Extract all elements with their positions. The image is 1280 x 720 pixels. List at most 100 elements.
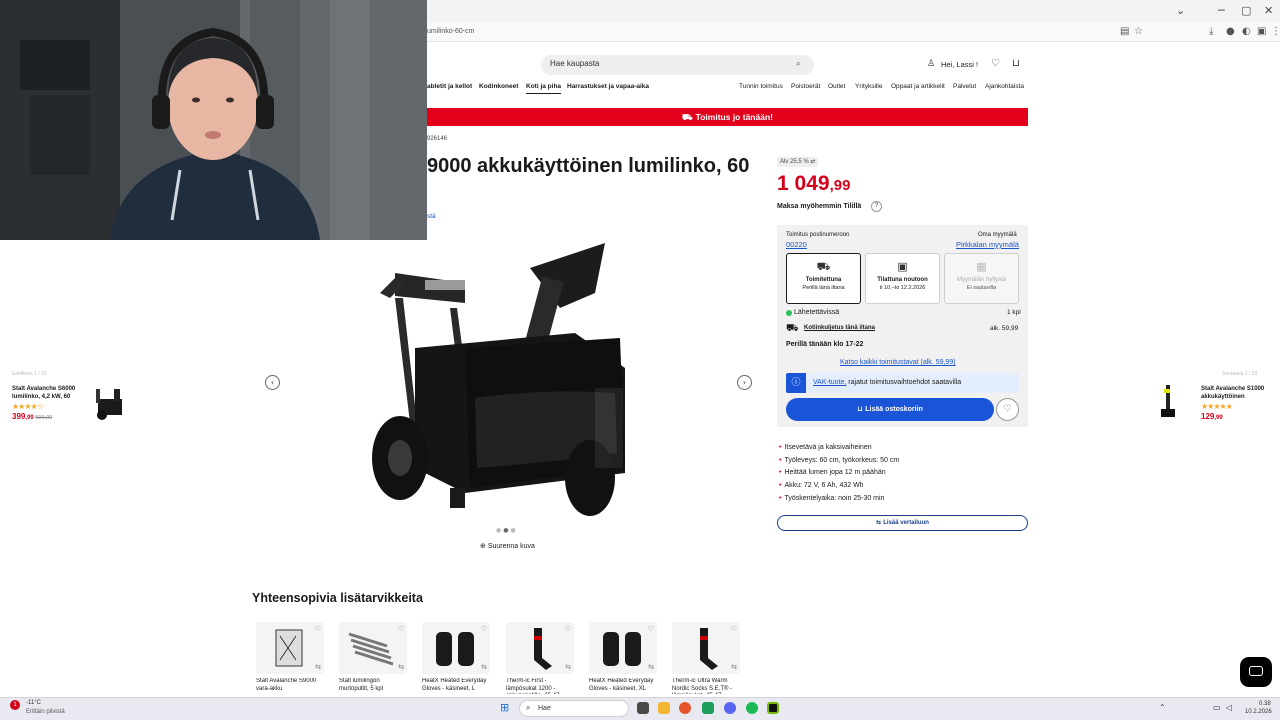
tab-list-icon[interactable]: ⌄ bbox=[1176, 4, 1185, 17]
app-icon[interactable] bbox=[702, 702, 714, 714]
heart-icon[interactable]: ♡ bbox=[315, 625, 321, 633]
close-button[interactable]: ✕ bbox=[1264, 4, 1273, 17]
compare-icon[interactable]: ⇆ bbox=[481, 663, 487, 671]
url-bar[interactable]: umilinko-60-cm bbox=[427, 28, 474, 35]
carousel-dots[interactable]: ●●● bbox=[496, 527, 518, 534]
nav-item-news[interactable]: Ajankohtaista bbox=[985, 83, 1024, 90]
cart-icon[interactable]: ⊔ bbox=[1012, 58, 1020, 69]
accessory-card[interactable]: ♡ ⇆ HeatX Heated Everyday Gloves - käsine… bbox=[589, 622, 657, 694]
weather-temp[interactable]: -11°C bbox=[26, 700, 41, 706]
compare-icon[interactable]: ⇆ bbox=[731, 663, 737, 671]
accessory-name: Therm-ic Ultra Warm Nordic Socks S.E.T® … bbox=[672, 678, 733, 694]
heart-icon[interactable]: ♡ bbox=[398, 625, 404, 633]
nav-item-hour-delivery[interactable]: Tunnin toimitus bbox=[739, 83, 783, 90]
help-icon[interactable]: ? bbox=[871, 201, 882, 212]
vak-text: VAK-tuote, rajatut toimitusvaihtoehdot s… bbox=[813, 379, 962, 386]
nav-item-guides[interactable]: Oppaat ja artikkelit bbox=[891, 83, 945, 90]
search-icon[interactable]: ⌕ bbox=[796, 59, 800, 69]
shipping-method-link[interactable]: Kotiinkuljetus tänä iltana bbox=[804, 325, 875, 331]
delivery-option-pickup[interactable]: ▣ Tilattuna noutoon ti 10.–to 12.2.2026 bbox=[865, 253, 940, 304]
shield-icon[interactable]: ◐ bbox=[1242, 26, 1251, 37]
download-icon[interactable]: ⤓ bbox=[1209, 26, 1213, 37]
notification-badge[interactable]: 1 bbox=[10, 700, 20, 710]
vak-link[interactable]: VAK-tuote, bbox=[813, 379, 846, 386]
heart-icon[interactable]: ♡ bbox=[481, 625, 487, 633]
wishlist-heart-icon[interactable]: ♡ bbox=[991, 58, 1000, 69]
reviews-link[interactable]: stä bbox=[427, 213, 436, 220]
nav-item-clearance[interactable]: Poistoerät bbox=[791, 83, 820, 90]
weather-text[interactable]: Erittäin pilvistä bbox=[26, 709, 65, 715]
extensions-icon[interactable]: ▣ bbox=[1257, 26, 1266, 37]
truck-icon: ⛟ bbox=[816, 260, 831, 273]
nvidia-icon[interactable] bbox=[767, 702, 779, 714]
nav-item-services[interactable]: Palvelut bbox=[953, 83, 976, 90]
clock-time[interactable]: 0.38 bbox=[1259, 701, 1271, 707]
product-image[interactable] bbox=[355, 238, 660, 523]
windows-start-icon[interactable]: ⊞ bbox=[500, 702, 512, 714]
vat-toggle[interactable]: Alv 25,5 % ⇄ bbox=[777, 157, 819, 167]
maximize-button[interactable]: ▢ bbox=[1241, 4, 1251, 17]
info-icon: ⓘ bbox=[786, 373, 806, 393]
minimize-button[interactable]: ─ bbox=[1218, 4, 1225, 17]
option-title: Myymälän hyllystä bbox=[956, 277, 1006, 283]
nav-item-business[interactable]: Yrityksille bbox=[855, 83, 882, 90]
bookmark-star-icon[interactable]: ☆ bbox=[1134, 26, 1143, 37]
add-to-cart-button[interactable]: ⊔ Lisää ostoskoriin bbox=[786, 398, 994, 421]
all-delivery-methods-link[interactable]: Katso kaikki toimitustavat (alk. 59,99) bbox=[840, 359, 956, 366]
volume-icon[interactable]: ◁ bbox=[1226, 703, 1232, 712]
spotify-icon[interactable] bbox=[746, 702, 758, 714]
next-counter: Seuraava 1 / 20 bbox=[1222, 371, 1258, 377]
enlarge-image-button[interactable]: ⊕ Suurenna kuva bbox=[480, 542, 535, 550]
nav-item-appliances[interactable]: Kodinkoneet bbox=[479, 83, 518, 90]
delivery-option-home[interactable]: ⛟ Toimitettuna Perillä tänä iltana bbox=[786, 253, 861, 304]
accessory-card[interactable]: ♡ ⇆ Therm-ic Ultra Warm Nordic Socks S.E.… bbox=[672, 622, 740, 694]
prev-product-card[interactable]: Edellinen 1 / 20 Stalt Avalanche S6000 l… bbox=[0, 371, 150, 428]
task-view-icon[interactable] bbox=[637, 702, 649, 714]
store-link[interactable]: Pirkkalan myymälä bbox=[956, 240, 1019, 249]
stock-qty: 1 kpl bbox=[1007, 309, 1021, 316]
accessory-name: Stalt Avalanche S9000 vara-akku bbox=[256, 678, 317, 692]
accessory-card[interactable]: ♡ ⇆ Stalt Avalanche S9000 vara-akku bbox=[256, 622, 324, 694]
file-explorer-icon[interactable] bbox=[658, 702, 670, 714]
discord-icon[interactable] bbox=[724, 702, 736, 714]
add-to-compare-button[interactable]: ⇆ Lisää vertailuun bbox=[777, 515, 1028, 531]
accessory-card[interactable]: ♡ ⇆ Therm-ic First - lämpösukat 1200 - ak… bbox=[506, 622, 574, 694]
stock-status: Lähetettävissä bbox=[794, 309, 840, 316]
compare-icon[interactable]: ⇆ bbox=[648, 663, 654, 671]
product-sku: 926146 bbox=[427, 136, 448, 142]
heart-icon[interactable]: ♡ bbox=[731, 625, 737, 633]
feature-item: Itsevetävä ja kaksivaiheinen bbox=[779, 442, 899, 455]
taskbar-search[interactable]: ⌕ Hae bbox=[519, 700, 629, 717]
accessory-card[interactable]: ♡ ⇆ HeatX Heated Everyday Gloves - käsine… bbox=[422, 622, 490, 694]
delivery-banner[interactable]: ⛟ Toimitus jo tänään! bbox=[427, 108, 1028, 126]
add-to-wishlist-button[interactable]: ♡ bbox=[996, 398, 1019, 421]
tray-chevron-icon[interactable]: ⌃ bbox=[1159, 703, 1166, 712]
next-product-card[interactable]: Seuraava 1 / 20 Stalt Avalanche S1000 ak… bbox=[1130, 371, 1280, 428]
heart-icon[interactable]: ♡ bbox=[565, 625, 571, 633]
nav-item-hobbies[interactable]: Harrastukset ja vapaa-aika bbox=[567, 83, 649, 90]
nav-item-home-garden[interactable]: Koti ja piha bbox=[526, 83, 562, 94]
compare-icon[interactable]: ⇆ bbox=[398, 663, 404, 671]
user-greeting[interactable]: Hei, Lassi ! bbox=[941, 60, 978, 69]
heart-icon[interactable]: ♡ bbox=[648, 625, 654, 633]
chat-button[interactable] bbox=[1240, 657, 1272, 687]
arrival-time: Perillä tänään klo 17-22 bbox=[786, 341, 864, 348]
accessory-card[interactable]: ♡ ⇆ Stalt lumilingon murtopultit, 5 kpl bbox=[339, 622, 407, 694]
feature-item: Työskentelyaika: noin 25-30 min bbox=[779, 493, 899, 506]
firefox-icon[interactable] bbox=[679, 702, 691, 714]
clock-date[interactable]: 10.2.2026 bbox=[1245, 709, 1272, 715]
compare-icon[interactable]: ⇆ bbox=[565, 663, 571, 671]
network-icon[interactable]: ▭ bbox=[1213, 703, 1221, 712]
compare-icon[interactable]: ⇆ bbox=[315, 663, 321, 671]
delivery-option-store-shelf[interactable]: ▦ Myymälän hyllystä Ei saatavilla bbox=[944, 253, 1019, 304]
postcode-link[interactable]: 00220 bbox=[786, 240, 807, 249]
reader-icon[interactable]: ▤ bbox=[1120, 26, 1129, 37]
nav-item-tablets[interactable]: abletit ja kellot bbox=[427, 83, 472, 90]
image-next-button[interactable]: › bbox=[737, 375, 752, 390]
account-icon[interactable]: ● bbox=[1226, 26, 1235, 37]
search-input[interactable]: Hae kaupasta ⌕ bbox=[541, 55, 814, 75]
user-icon[interactable]: ♙ bbox=[927, 59, 935, 69]
nav-item-outlet[interactable]: Outlet bbox=[828, 83, 845, 90]
image-prev-button[interactable]: ‹ bbox=[265, 375, 280, 390]
menu-icon[interactable]: ⋮ bbox=[1271, 26, 1280, 37]
